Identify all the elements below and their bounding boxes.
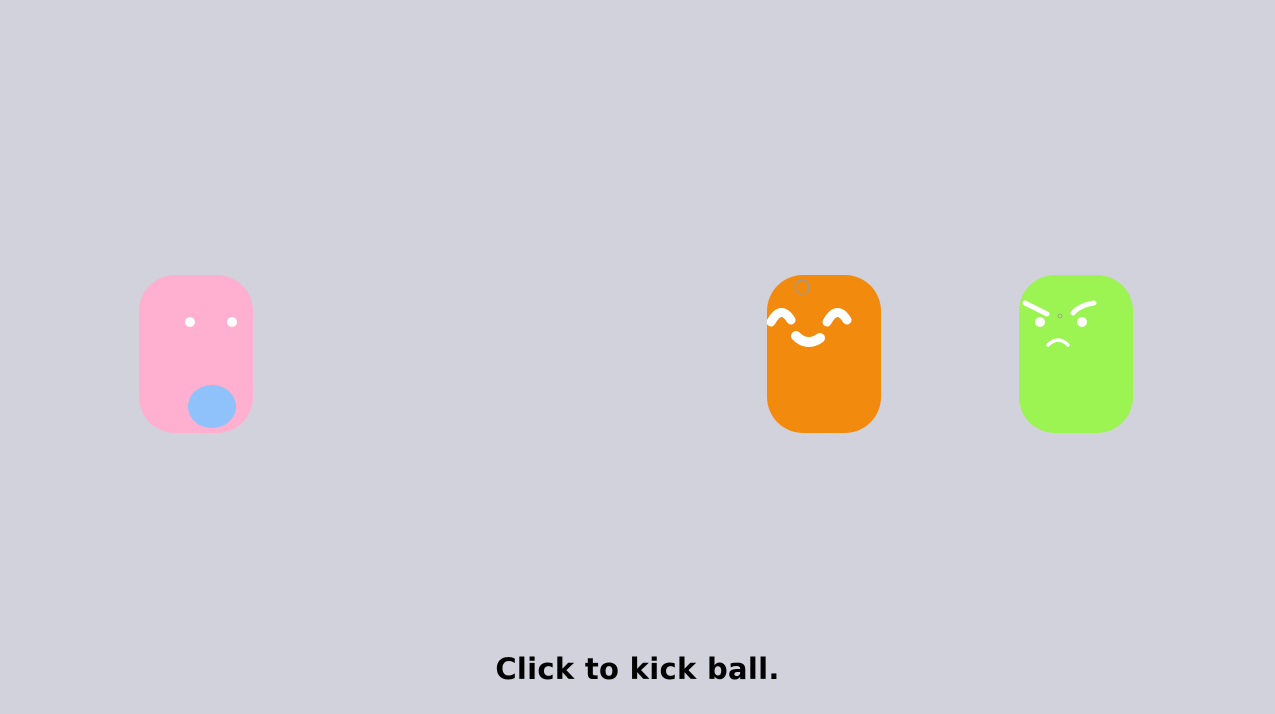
right-angry-eyebrow [1070,300,1097,316]
instruction-text: Click to kick ball. [495,652,780,686]
orange-character-face [767,279,852,347]
frown-mouth [1046,338,1070,347]
right-happy-eye [822,308,852,327]
ring-marker-icon [794,279,810,295]
ring-marker-icon [1057,313,1063,319]
left-eye [185,317,195,327]
right-eye [1077,317,1087,327]
left-eye [1035,317,1045,327]
ball[interactable] [188,385,236,428]
right-eye [227,317,237,327]
green-character [1019,275,1133,433]
orange-character [767,275,881,433]
green-character-face [1022,300,1097,347]
left-angry-eyebrow [1022,300,1050,317]
game-stage[interactable]: Click to kick ball. [0,0,1275,714]
left-happy-eye [767,308,796,327]
smile-mouth [791,331,825,347]
